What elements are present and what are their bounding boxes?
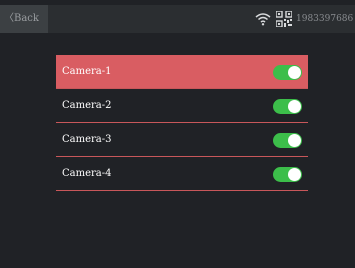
- camera-3-toggle[interactable]: [273, 133, 302, 148]
- toggle-knob: [288, 66, 301, 79]
- camera-label: Camera-1: [62, 66, 112, 77]
- camera-label: Camera-2: [62, 100, 112, 111]
- camera-label: Camera-3: [62, 134, 112, 145]
- toggle-knob: [288, 100, 301, 113]
- camera-1-toggle[interactable]: [273, 65, 302, 80]
- camera-row-3[interactable]: Camera-3: [56, 123, 308, 157]
- back-button[interactable]: 〈Back: [0, 5, 48, 33]
- qr-code-icon[interactable]: [276, 11, 292, 27]
- toggle-knob: [288, 134, 301, 147]
- camera-list: Camera-1 Camera-2 Camera-3 Camera-4: [56, 55, 308, 191]
- camera-label: Camera-4: [62, 168, 112, 179]
- camera-row-1[interactable]: Camera-1: [56, 55, 308, 89]
- camera-2-toggle[interactable]: [273, 99, 302, 114]
- camera-4-toggle[interactable]: [273, 167, 302, 182]
- device-id: 1983397686: [296, 14, 354, 24]
- camera-row-4[interactable]: Camera-4: [56, 157, 308, 191]
- camera-settings-screen: 〈Back 1983397686 Camera-1 Camera-2 Camer…: [0, 0, 355, 268]
- wifi-icon: [255, 13, 271, 26]
- camera-row-2[interactable]: Camera-2: [56, 89, 308, 123]
- toggle-knob: [288, 168, 301, 181]
